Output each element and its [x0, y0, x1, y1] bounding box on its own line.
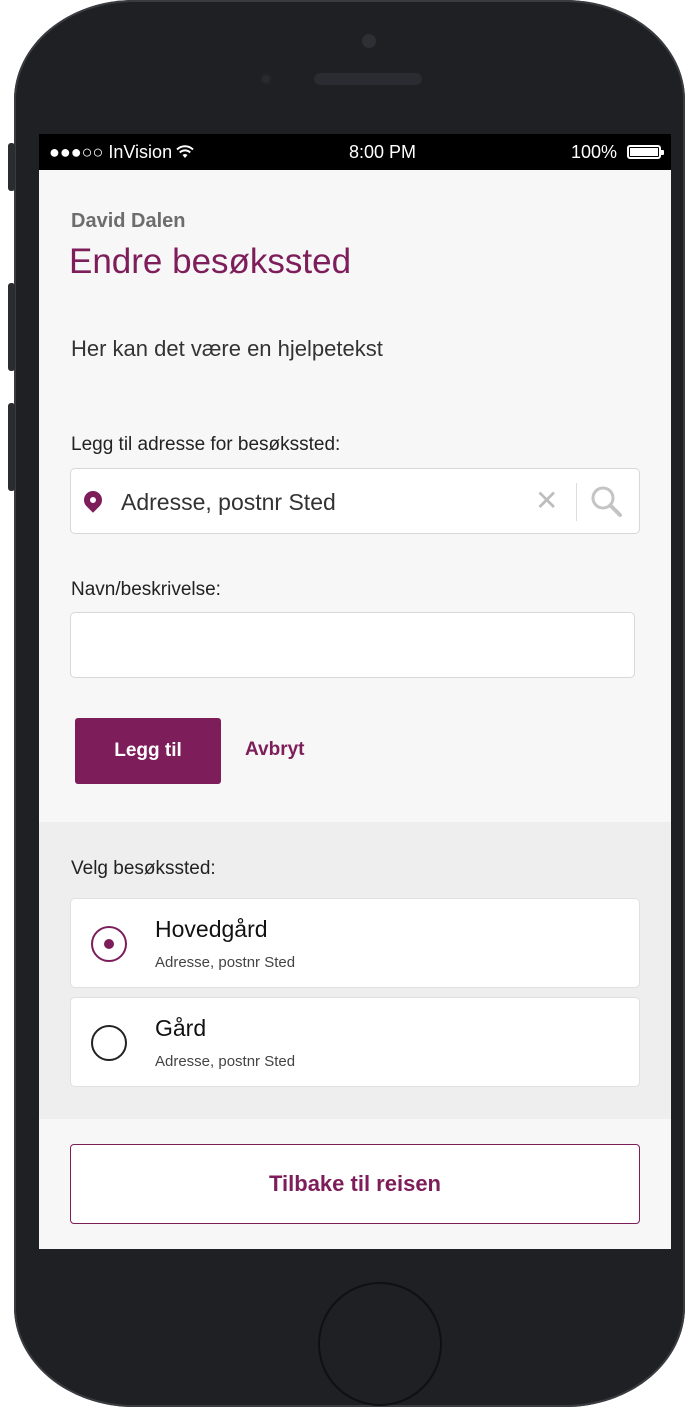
status-bar: ●●●○○ InVision 8:00 PM 100% — [39, 134, 671, 170]
back-to-trip-button[interactable]: Tilbake til reisen — [70, 1144, 640, 1224]
clock: 8:00 PM — [348, 141, 417, 162]
battery-icon — [626, 145, 664, 159]
visit-place-option[interactable]: Gård Adresse, postnr Sted — [70, 997, 640, 1087]
earpiece-speaker — [314, 73, 422, 85]
radio-unselected[interactable] — [91, 1025, 127, 1061]
cancel-link[interactable]: Avbryt — [245, 739, 304, 761]
carrier-label: ●●●○○ InVision — [49, 141, 173, 162]
place-address: Adresse, postnr Sted — [155, 1053, 296, 1070]
name-label: Navn/beskrivelse: — [71, 579, 221, 600]
visit-place-section: Velg besøkssted: Hovedgård Adresse, post… — [39, 822, 671, 1119]
volume-up-button — [8, 283, 15, 371]
place-name: Gård — [155, 1015, 207, 1041]
address-search-box: ✕ — [70, 468, 640, 534]
location-pin-icon — [80, 487, 106, 513]
help-text: Her kan det være en hjelpetekst — [71, 336, 383, 361]
proximity-sensor — [259, 72, 273, 86]
close-icon[interactable]: ✕ — [535, 484, 558, 517]
name-field[interactable] — [70, 612, 638, 679]
user-name: David Dalen — [71, 210, 186, 232]
divider — [576, 483, 577, 521]
app-screen: ●●●○○ InVision 8:00 PM 100% David Dalen … — [39, 134, 671, 1249]
name-input[interactable] — [71, 613, 638, 679]
volume-down-button — [8, 403, 15, 491]
home-button[interactable] — [318, 1282, 442, 1406]
add-button[interactable]: Legg til — [75, 718, 221, 784]
page-title: Endre besøkssted — [69, 242, 352, 281]
wifi-icon — [176, 145, 194, 158]
place-address: Adresse, postnr Sted — [155, 954, 296, 971]
battery-percent: 100% — [570, 141, 617, 162]
front-camera — [362, 34, 376, 48]
visit-place-label: Velg besøkssted: — [71, 858, 216, 879]
address-label: Legg til adresse for besøkssted: — [71, 434, 341, 455]
place-name: Hovedgård — [155, 916, 268, 942]
radio-selected[interactable] — [91, 926, 127, 962]
visit-place-option[interactable]: Hovedgård Adresse, postnr Sted — [70, 898, 640, 988]
address-input[interactable] — [119, 482, 523, 522]
search-icon[interactable] — [589, 484, 623, 518]
mute-switch — [8, 143, 15, 191]
